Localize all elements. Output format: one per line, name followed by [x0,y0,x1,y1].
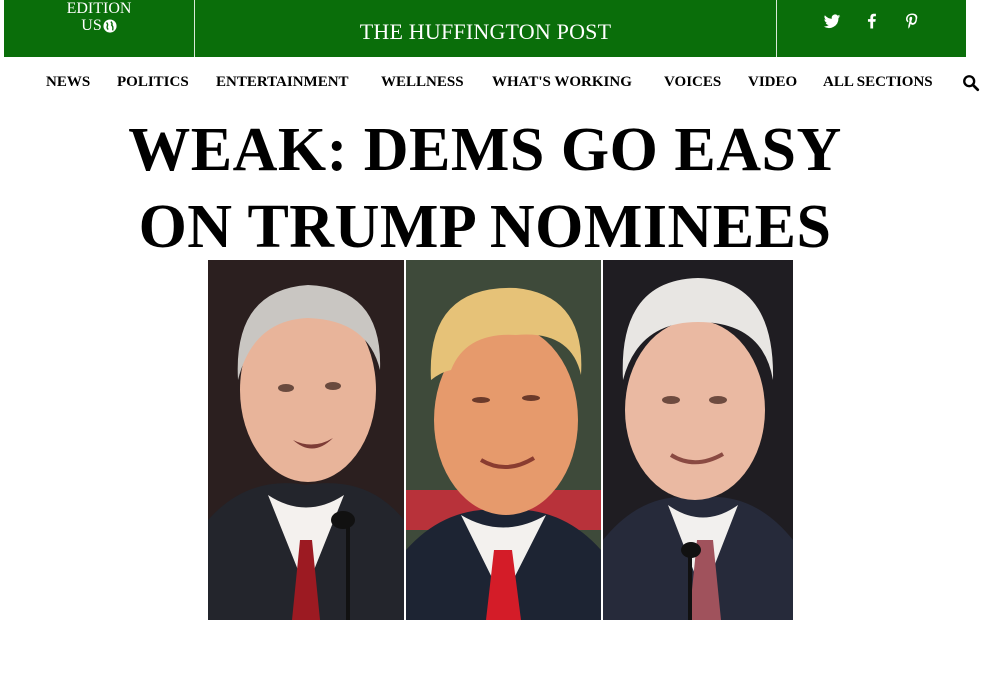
pinterest-icon[interactable] [903,12,921,30]
headline-line-2: ON TRUMP NOMINEES [138,193,832,261]
nav-item-politics[interactable]: POLITICS [117,74,189,91]
facebook-icon[interactable] [863,12,881,30]
nav-item-news[interactable]: NEWS [46,74,90,91]
edition-region-row: US [81,17,117,34]
headline-photo-strip[interactable] [208,260,794,620]
top-bar: EDITION US THE HUFFINGTON POST [4,0,966,57]
nav-item-entertainment[interactable]: ENTERTAINMENT [216,74,349,91]
search-icon[interactable] [962,74,980,92]
section-nav: NEWS POLITICS ENTERTAINMENT WELLNESS WHA… [0,70,988,96]
headline[interactable]: WEAK: DEMS GO EASY ON TRUMP NOMINEES [0,112,970,266]
nav-item-wellness[interactable]: WELLNESS [381,74,464,91]
right-portrait-photo[interactable] [603,260,793,620]
headline-line-1: WEAK: DEMS GO EASY [128,116,842,184]
edition-selector[interactable]: EDITION US [4,0,195,57]
nav-item-video[interactable]: VIDEO [748,74,797,91]
social-links [776,0,966,57]
center-portrait-photo[interactable] [406,260,601,620]
globe-icon [103,18,117,33]
site-brand[interactable]: THE HUFFINGTON POST [195,0,776,57]
edition-label: EDITION [66,0,132,17]
nav-item-all-sections[interactable]: ALL SECTIONS [823,74,933,91]
twitter-icon[interactable] [823,12,841,30]
left-portrait-photo[interactable] [208,260,404,620]
nav-item-whats-working[interactable]: WHAT'S WORKING [492,74,632,91]
edition-region: US [81,17,102,34]
nav-item-voices[interactable]: VOICES [664,74,721,91]
